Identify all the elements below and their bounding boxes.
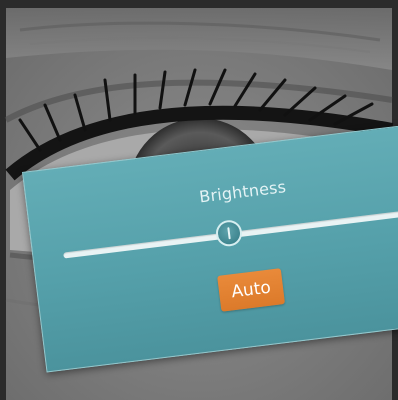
screen: Brightness Auto xyxy=(0,0,398,400)
brightness-title: Brightness xyxy=(198,177,288,207)
brightness-slider-thumb[interactable] xyxy=(214,218,243,248)
slider-grip-icon xyxy=(226,227,231,240)
auto-brightness-button[interactable]: Auto xyxy=(217,268,286,312)
